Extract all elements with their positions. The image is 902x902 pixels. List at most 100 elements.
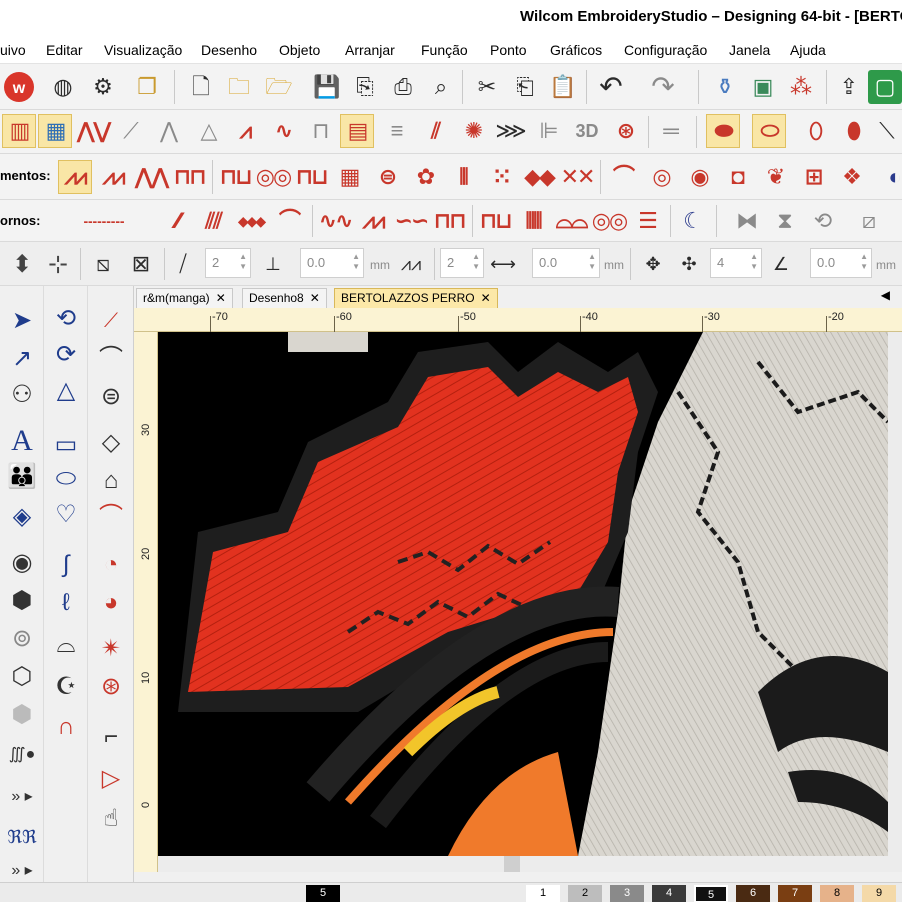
bend-icon[interactable]: ⌒ [94,500,128,534]
spin-arrows-icon[interactable]: ▲ ▼ [588,252,596,272]
text-icon[interactable]: A [5,424,39,458]
outline-sine-icon[interactable]: ∽∽ [394,204,430,238]
export-icon[interactable]: ⎘ [348,70,382,104]
ring-icon[interactable]: ⊚ [5,622,39,656]
wave-fill-icon[interactable]: ∿ [266,114,300,148]
curve-icon[interactable]: ⌒ [94,342,128,376]
paste-icon[interactable]: 📋 [546,70,580,104]
horseshoe-icon[interactable]: ∩ [49,710,83,744]
menu-ajuda[interactable]: Ajuda [790,42,826,58]
tab-rm-manga[interactable]: r&m(manga) ✕ [136,288,233,308]
spin-arrows-icon[interactable]: ▲ ▼ [472,252,480,272]
fill-peaks-icon[interactable]: ⋀⋀ [134,160,169,194]
fill-more-icon[interactable]: ◐ [878,160,902,194]
fill-lattice-icon[interactable]: ▦ [332,160,366,194]
spin-arrows-icon[interactable]: ▲ ▼ [860,252,868,272]
fill-stripes-icon[interactable]: ⦀ [446,160,480,194]
column-icon[interactable]: ⊓ [304,114,338,148]
diagonal-fill-icon[interactable]: ⫽ [418,114,452,148]
fill-zigzag-icon[interactable]: ⩘⩘ [58,160,92,194]
fill-puzzle-icon[interactable]: ⊞ [796,160,830,194]
fill-loops-icon[interactable]: ◎◎ [256,160,292,194]
green-mode-icon[interactable]: ▢ [868,70,902,104]
crescent-icon[interactable]: ☾ [676,204,710,238]
fan-icon[interactable]: ⟋ [114,114,148,148]
palette-swatch[interactable]: 5 [694,885,728,902]
leaf-outline-icon[interactable]: ⬯ [798,114,832,148]
input-c-icon[interactable]: △ [49,374,83,408]
upload-icon[interactable]: ⇪ [832,70,866,104]
freehand-icon[interactable]: ∫ [49,548,83,582]
fill-arcs-icon[interactable]: ⌒ [606,160,640,194]
hexagon-outline-icon[interactable]: ⬡ [5,660,39,694]
circle-node-icon[interactable]: ◔ [94,548,128,582]
nodes-field[interactable]: 4 ▲ ▼ [710,248,762,278]
team-names-icon[interactable]: 👪 [5,460,39,494]
skew-icon[interactable]: ⧄ [852,204,886,238]
fill-square-spiral-icon[interactable]: ◘ [720,160,754,194]
menu-desenho[interactable]: Desenho [201,42,257,58]
star-circle-icon[interactable]: ✴ [94,632,128,666]
rotate-icon[interactable]: ⟲ [806,204,840,238]
scroll-thumb[interactable] [504,856,520,872]
monogram-rr-icon[interactable]: ℜℜ [5,820,39,854]
fill-diamonds-icon[interactable]: ◆◆ [522,160,556,194]
peak-icon[interactable]: △ [192,114,226,148]
vertical-scrollbar[interactable] [888,332,902,872]
feather-icon[interactable]: ⌒ [272,204,306,238]
rectangle-icon[interactable]: ▭ [49,428,83,462]
leaf-pattern-icon[interactable]: ⬮ [836,114,870,148]
close-icon[interactable]: ✕ [310,291,320,305]
satin-icon[interactable]: ▥ [2,114,36,148]
outline-comb-icon[interactable]: ⦀⦀ [516,204,550,238]
outline-scallop-icon[interactable]: ⌓⌓ [554,204,589,238]
fill-crosses-icon[interactable]: ✕✕ [560,160,596,194]
node-diamond-icon[interactable]: ◇ [94,426,128,460]
measure-icon[interactable]: ⟍ [870,114,902,148]
menu-arquivo[interactable]: uivo [0,42,26,58]
leaf-fill-icon[interactable]: ⬭ [752,114,786,148]
reshape-icon[interactable]: ↗ [5,342,39,376]
height-icon[interactable]: ⊥ [256,247,290,281]
menu-funcao[interactable]: Função [421,42,468,58]
tatami-icon[interactable]: ▤ [340,114,374,148]
menu-ponto[interactable]: Ponto [490,42,527,58]
width-field[interactable]: 0.0 ▲ ▼ [532,248,600,278]
dash-icon[interactable]: ═ [654,114,688,148]
node-house-icon[interactable]: ⌂ [94,464,128,498]
fill-spiral-icon[interactable]: ◎ [644,160,678,194]
ellipse-icon[interactable]: ⬭ [49,462,83,496]
running-stitch-icon[interactable]: - - - - - - - - - [48,204,158,238]
shapes-collection-icon[interactable]: ♡ [49,498,83,532]
width-icon[interactable]: ⟷ [486,247,520,281]
diamond-line-icon[interactable]: ◆◆◆ [234,204,268,238]
lines-icon[interactable]: ≡ [380,114,414,148]
fill-square-wave-icon[interactable]: ⊓⊔ [294,160,328,194]
thread-icon[interactable]: ⚱ [708,70,742,104]
fill-columns-icon[interactable]: ⊓⊓ [172,160,206,194]
path-points-icon[interactable]: ⌐ [94,720,128,754]
fill-meander-icon[interactable]: ⊓⊔ [218,160,252,194]
copy-doc-icon[interactable]: ⎗ [508,70,542,104]
emblem-icon[interactable]: ⊛ [608,114,642,148]
hexagon-icon[interactable]: ⬢ [5,584,39,618]
fill-target-icon[interactable]: ◉ [682,160,716,194]
mirror-horizontal-icon[interactable]: ⧓ [730,204,764,238]
menu-editar[interactable]: Editar [46,42,83,58]
palette-swatch[interactable]: 2 [568,885,602,902]
palette-swatch[interactable]: 4 [652,885,686,902]
wilcom-logo-icon[interactable]: w [2,70,36,104]
run-line-icon[interactable]: ⟋ [94,304,128,338]
outline-zig-icon[interactable]: ⩘⩘ [356,204,390,238]
fill-ovals-icon[interactable]: ⊜ [370,160,404,194]
leaf-satin-icon[interactable]: ⬬ [706,114,740,148]
fill-grid-icon[interactable]: ▦ [38,114,72,148]
carve-icon[interactable]: ⋙ [494,114,528,148]
close-icon[interactable]: ✕ [216,291,226,305]
arrow-stitch-icon[interactable]: ▷ [94,762,128,796]
tab-bertolazzos-perro[interactable]: BERTOLAZZOS PERRO ✕ [334,288,498,308]
print-icon[interactable]: ⎙ [386,70,420,104]
open-recent-icon[interactable]: 🗁 [262,70,296,104]
open-folder-icon[interactable]: 🗀 [222,70,256,104]
palette-swatch[interactable]: 7 [778,885,812,902]
